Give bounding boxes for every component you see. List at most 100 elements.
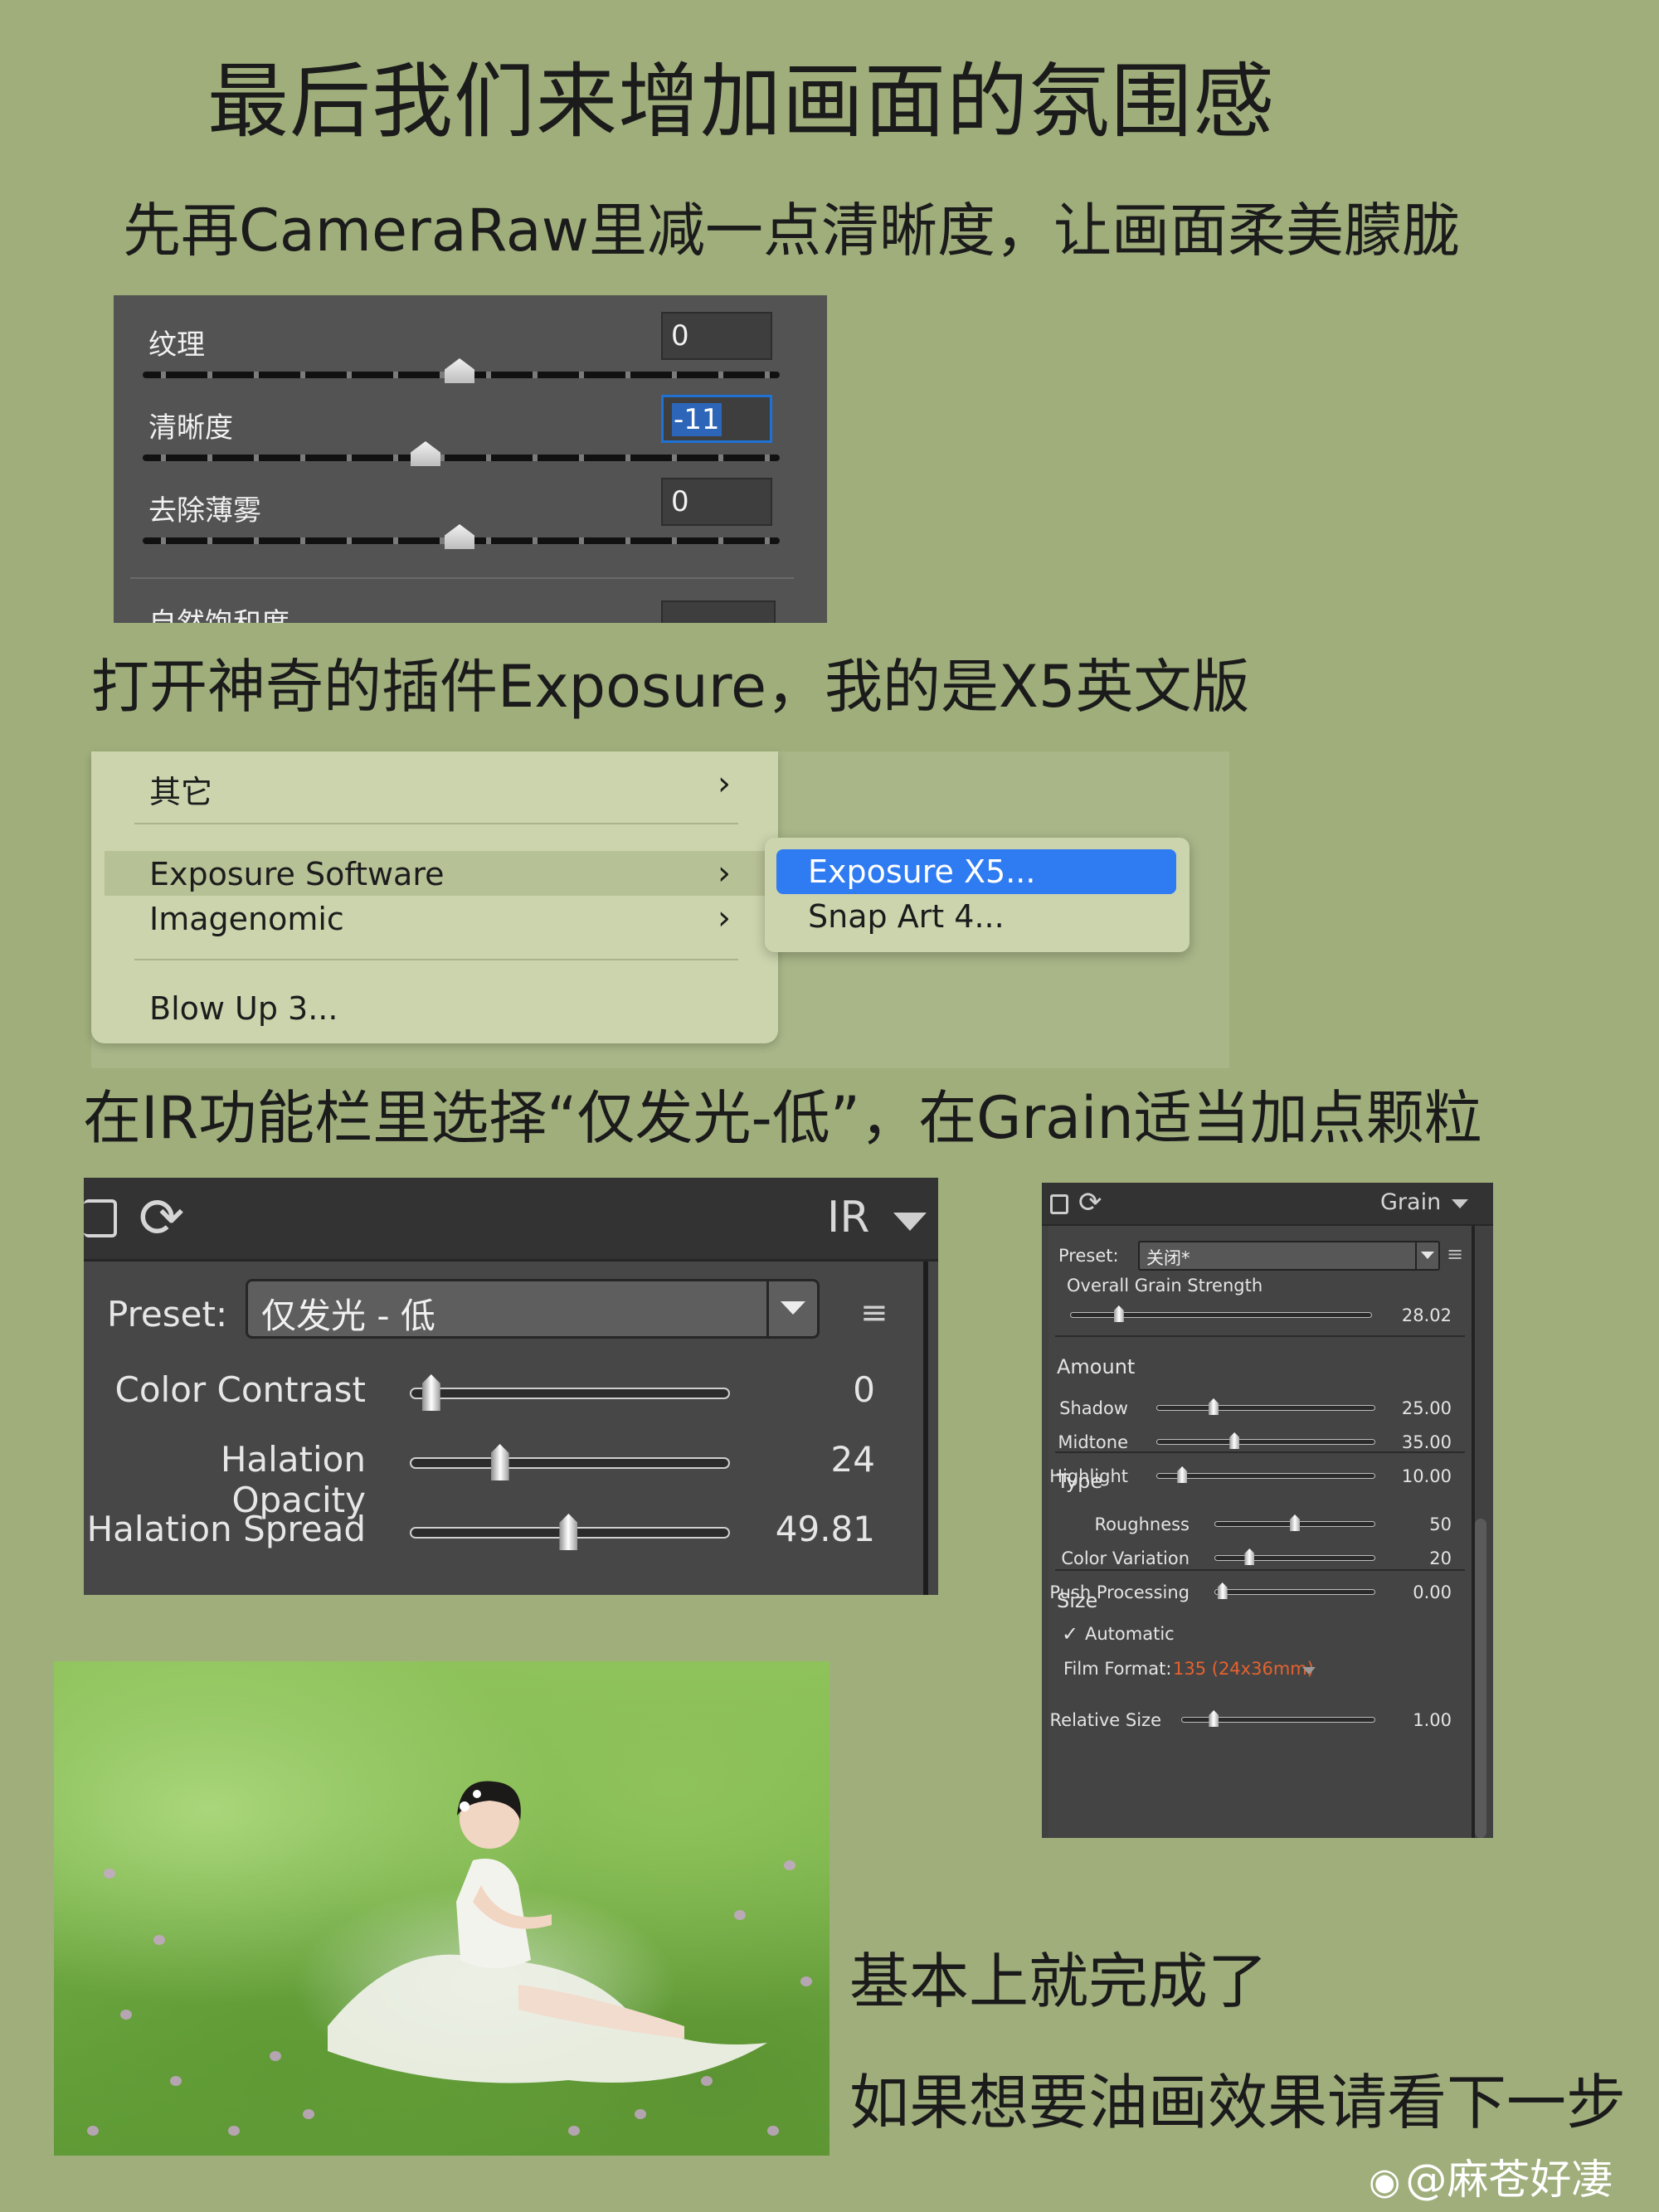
refresh-icon[interactable]: ⟳ (139, 1186, 184, 1250)
chevron-right-icon: › (718, 899, 731, 937)
preset-menu-icon[interactable]: ≡ (860, 1294, 888, 1332)
filter-menu: 其它 › Exposure Software › Imagenomic › Blow … (91, 751, 778, 1043)
chevron-down-icon[interactable] (1302, 1667, 1316, 1675)
grain-slider-label: Roughness (1094, 1514, 1190, 1534)
panel-toggle-icon[interactable] (84, 1199, 117, 1237)
grain-slider-thumb[interactable] (1217, 1582, 1228, 1599)
grain-slider-thumb[interactable] (1229, 1432, 1240, 1449)
grain-slider-label: Highlight (1049, 1466, 1128, 1486)
step3-caption: 在IR功能栏里选择“仅发光-低”，在Grain适当加点颗粒 (83, 1084, 1482, 1152)
submenu-item-snap-art[interactable]: Snap Art 4... (776, 894, 1176, 939)
ir-slider-row: Color Contrast 0 (84, 1366, 923, 1416)
ir-slider-thumb[interactable] (490, 1444, 509, 1480)
dehaze-input[interactable]: 0 (661, 478, 772, 526)
step2-caption: 打开神奇的插件Exposure，我的是X5英文版 (91, 653, 1250, 721)
menu-separator (134, 823, 738, 824)
panel-divider (130, 577, 794, 579)
vibrance-input-cut[interactable] (661, 600, 776, 623)
panel-toggle-icon[interactable] (1050, 1194, 1068, 1214)
chevron-down-icon[interactable] (1415, 1242, 1438, 1269)
watermark: ◉ @麻苍好凄 (1369, 2156, 1613, 2204)
flower-dot (734, 1910, 746, 1920)
exposure-submenu: Exposure X5... Snap Art 4... (765, 838, 1190, 952)
collapse-triangle-icon[interactable] (893, 1213, 927, 1231)
flower-dot (87, 2126, 99, 2136)
chevron-right-icon: › (718, 854, 731, 892)
ir-slider-thumb[interactable] (559, 1514, 578, 1550)
ir-slider-value: 24 (830, 1439, 875, 1480)
menu-item-exposure-software[interactable]: Exposure Software › (105, 851, 778, 896)
grain-slider-thumb[interactable] (1209, 1398, 1219, 1415)
grain-slider-track[interactable] (1214, 1589, 1375, 1595)
flower-dot (120, 2010, 132, 2020)
grain-slider-thumb[interactable] (1113, 1305, 1124, 1322)
weibo-icon: ◉ (1369, 2161, 1401, 2203)
grain-slider-thumb[interactable] (1177, 1466, 1188, 1483)
grain-panel-body: Preset: 关闭* ≡ Overall Grain Strength Amo… (1048, 1226, 1475, 1838)
flower-dot (303, 2109, 314, 2119)
ir-slider-label: Halation Spread (86, 1509, 366, 1549)
grain-slider-label: Push Processing (1049, 1582, 1190, 1602)
overall-grain-label: Overall Grain Strength (1067, 1276, 1263, 1296)
ir-panel: ⟳ IR Preset: 仅发光 - 低 ≡ Color Contrast 0 Ha… (84, 1178, 938, 1595)
texture-input[interactable]: 0 (661, 312, 772, 360)
grain-slider-track[interactable] (1156, 1473, 1375, 1479)
clarity-label: 清晰度 (148, 411, 233, 445)
flower-dot (228, 2126, 240, 2136)
section-divider (1055, 1335, 1465, 1337)
flower-dot (170, 2076, 182, 2086)
collapse-triangle-icon[interactable] (1452, 1199, 1468, 1208)
grain-slider-value: 10.00 (1401, 1466, 1452, 1486)
clarity-row: 清晰度 -11 (114, 386, 827, 469)
refresh-icon[interactable]: ⟳ (1078, 1186, 1102, 1219)
preset-select[interactable]: 仅发光 - 低 (246, 1279, 820, 1339)
ir-slider-value: 0 (853, 1369, 875, 1410)
texture-label: 纹理 (148, 328, 205, 362)
grain-slider-track[interactable] (1156, 1439, 1375, 1445)
grain-preset-menu-icon[interactable]: ≡ (1447, 1242, 1463, 1266)
grain-slider-value: 35.00 (1401, 1432, 1452, 1452)
grain-slider-thumb[interactable] (1290, 1514, 1300, 1531)
automatic-label: Automatic (1085, 1624, 1175, 1644)
flower-dot (104, 1869, 115, 1879)
dehaze-row: 去除薄雾 0 (114, 469, 827, 552)
finish-caption-2: 如果想要油画效果请看下一步 (849, 2068, 1627, 2137)
menu-separator (134, 959, 738, 960)
section-divider (1055, 1569, 1465, 1571)
ir-slider-label: Color Contrast (114, 1369, 366, 1410)
chevron-right-icon: › (718, 765, 731, 803)
flower-dot (800, 1976, 812, 1986)
grain-slider-value: 0.00 (1413, 1582, 1452, 1602)
menu-item-blow-up[interactable]: Blow Up 3... (91, 985, 778, 1030)
flower-dot (767, 2126, 779, 2136)
grain-panel-header: ⟳ Grain (1042, 1183, 1493, 1226)
grain-slider-label: Shadow (1059, 1398, 1128, 1418)
grain-preset-label: Preset: (1058, 1246, 1119, 1266)
grain-slider-thumb[interactable] (1244, 1548, 1255, 1565)
chevron-down-icon[interactable] (766, 1281, 817, 1336)
flower-dot (153, 1935, 165, 1945)
menu-item-other[interactable]: 其它 › (91, 761, 778, 810)
automatic-checkbox[interactable]: ✓ (1062, 1622, 1078, 1646)
film-format-label: Film Format: (1063, 1659, 1172, 1679)
flower-dot (784, 1860, 795, 1870)
grain-slider-label: Midtone (1058, 1432, 1128, 1452)
grain-preset-select[interactable]: 关闭* (1138, 1241, 1440, 1271)
clarity-input[interactable]: -11 (661, 395, 772, 443)
scrollbar[interactable] (1475, 1519, 1486, 1838)
grain-slider-label: Color Variation (1061, 1548, 1190, 1568)
grain-slider-label: Relative Size (1049, 1710, 1161, 1730)
finish-caption-1: 基本上就完成了 (849, 1947, 1268, 2016)
texture-row: 纹理 0 (114, 304, 827, 386)
grain-panel: ⟳ Grain Preset: 关闭* ≡ Overall Grain Stre… (1042, 1183, 1493, 1838)
ir-slider-thumb[interactable] (421, 1374, 440, 1411)
grain-slider-track[interactable] (1214, 1555, 1375, 1561)
menu-item-imagenomic[interactable]: Imagenomic › (91, 896, 778, 941)
submenu-item-exposure-x5[interactable]: Exposure X5... (776, 849, 1176, 894)
clarity-slider-track[interactable] (143, 455, 780, 461)
ir-panel-title: IR (827, 1193, 870, 1242)
grain-slider-track[interactable] (1156, 1405, 1375, 1411)
flower-dot (701, 2076, 713, 2086)
film-format-select[interactable]: 135 (24x36mm) (1173, 1659, 1314, 1679)
grain-slider-thumb[interactable] (1209, 1710, 1219, 1727)
